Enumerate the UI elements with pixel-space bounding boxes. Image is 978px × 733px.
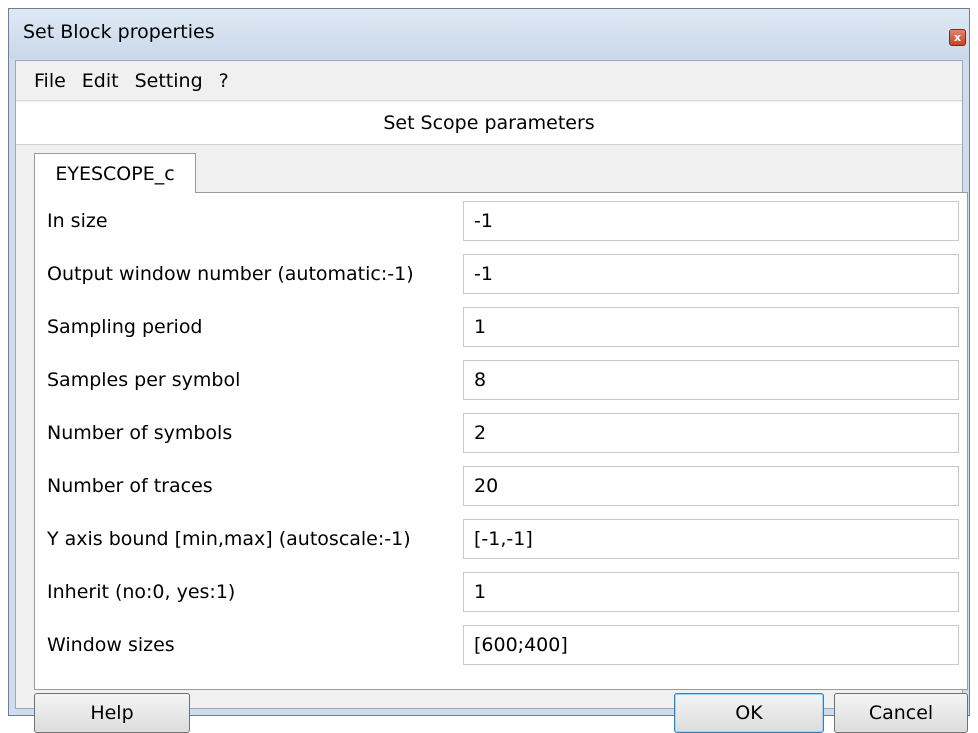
cancel-button[interactable]: Cancel bbox=[834, 693, 968, 733]
cancel-button-label: Cancel bbox=[868, 702, 934, 724]
field-label: Number of traces bbox=[47, 475, 213, 497]
dialog-client: File Edit Setting ? Set Scope parameters… bbox=[15, 60, 968, 733]
close-button[interactable]: x bbox=[949, 29, 966, 46]
in-size-input[interactable] bbox=[463, 201, 959, 241]
menu-edit[interactable]: Edit bbox=[82, 70, 119, 92]
sampling-period-input[interactable] bbox=[463, 307, 959, 347]
help-button[interactable]: Help bbox=[34, 693, 190, 733]
field-label: Output window number (automatic:-1) bbox=[47, 263, 414, 285]
field-label: In size bbox=[47, 210, 108, 232]
parameters-header: Set Scope parameters bbox=[16, 102, 962, 145]
inherit-input[interactable] bbox=[463, 572, 959, 612]
parameters-title: Set Scope parameters bbox=[383, 112, 595, 134]
window-sizes-input[interactable] bbox=[463, 625, 959, 665]
number-of-traces-input[interactable] bbox=[463, 466, 959, 506]
field-label: Number of symbols bbox=[47, 422, 233, 444]
tab-eyescope[interactable]: EYESCOPE_c bbox=[34, 153, 196, 193]
field-label: Inherit (no:0, yes:1) bbox=[47, 581, 236, 603]
field-row: In size bbox=[35, 197, 967, 245]
field-row: Samples per symbol bbox=[35, 356, 967, 404]
parameters-panel: In size Output window number (automatic:… bbox=[34, 192, 968, 690]
output-window-number-input[interactable] bbox=[463, 254, 959, 294]
field-label: Window sizes bbox=[47, 634, 175, 656]
number-of-symbols-input[interactable] bbox=[463, 413, 959, 453]
y-axis-bound-input[interactable] bbox=[463, 519, 959, 559]
field-row: Number of traces bbox=[35, 462, 967, 510]
dialog-window: Set Block properties x File Edit Setting… bbox=[8, 8, 970, 733]
field-label: Samples per symbol bbox=[47, 369, 241, 391]
window-title: Set Block properties bbox=[23, 21, 215, 43]
field-row: Sampling period bbox=[35, 303, 967, 351]
menu-setting[interactable]: Setting bbox=[135, 70, 203, 92]
menu-help[interactable]: ? bbox=[219, 70, 229, 92]
field-label: Sampling period bbox=[47, 316, 203, 338]
menu-file[interactable]: File bbox=[34, 70, 66, 92]
field-row: Y axis bound [min,max] (autoscale:-1) bbox=[35, 515, 967, 563]
menu-bar: File Edit Setting ? bbox=[16, 61, 962, 101]
field-row: Window sizes bbox=[35, 621, 967, 669]
ok-button[interactable]: OK bbox=[674, 693, 824, 733]
field-row: Number of symbols bbox=[35, 409, 967, 457]
title-bar[interactable]: Set Block properties x bbox=[9, 9, 969, 59]
close-icon: x bbox=[953, 31, 962, 44]
ok-button-label: OK bbox=[735, 702, 763, 724]
field-label: Y axis bound [min,max] (autoscale:-1) bbox=[47, 528, 411, 550]
help-button-label: Help bbox=[90, 702, 134, 724]
field-row: Inherit (no:0, yes:1) bbox=[35, 568, 967, 616]
tab-label: EYESCOPE_c bbox=[55, 162, 175, 185]
samples-per-symbol-input[interactable] bbox=[463, 360, 959, 400]
field-row: Output window number (automatic:-1) bbox=[35, 250, 967, 298]
